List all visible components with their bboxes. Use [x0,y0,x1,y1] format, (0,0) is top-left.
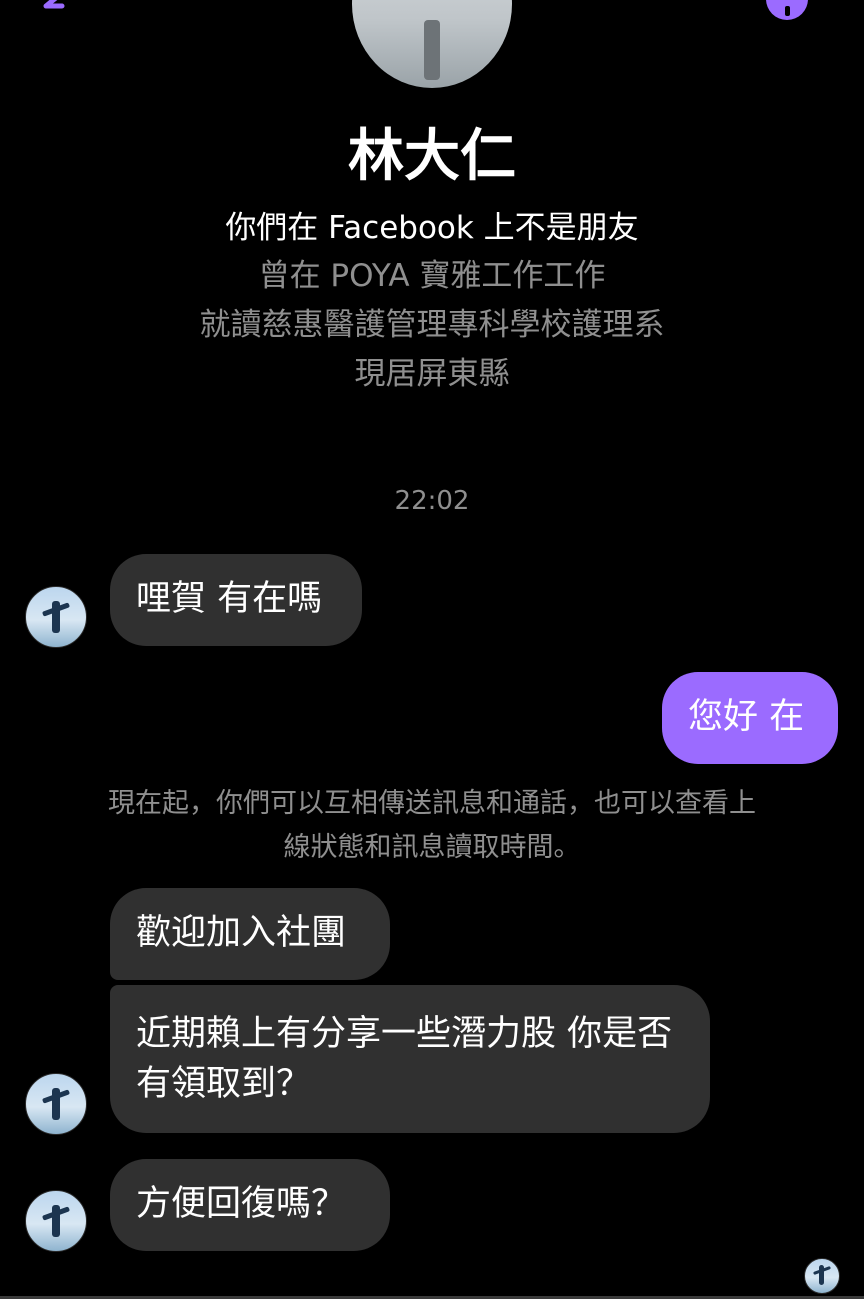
seen-receipt-avatar [804,1258,840,1294]
message-bubble-sent[interactable]: 您好 在 [662,672,838,764]
sender-avatar[interactable] [25,586,87,648]
profile-school: 就讀慈惠醫護管理專科學校護理系 [199,307,665,343]
profile-work: 曾在 POYA 寶雅工作工作 [258,258,606,294]
profile-location: 現居屏東縣 [354,356,510,392]
message-bubble-received[interactable]: 近期賴上有分享一些潛力股 你是否有領取到？ [110,985,710,1133]
sender-avatar[interactable] [25,1190,87,1252]
message-bubble-received[interactable]: 歡迎加入社團 [110,888,390,980]
profile-photo[interactable] [352,0,512,88]
message-bubble-received[interactable]: 哩賀 有在嗎 [110,554,362,646]
friend-status: 你們在 Facebook 上不是朋友 [225,210,639,246]
system-notice: 現在起，你們可以互相傳送訊息和通話，也可以查看上線狀態和訊息讀取時間。 [108,788,756,863]
message-timestamp: 22:02 [394,486,470,516]
message-bubble-received[interactable]: 方便回復嗎？ [110,1159,390,1251]
sender-avatar[interactable] [25,1073,87,1135]
profile-name: 林大仁 [348,124,516,189]
info-icon[interactable] [766,0,808,20]
back-arrow-icon[interactable] [38,0,80,18]
